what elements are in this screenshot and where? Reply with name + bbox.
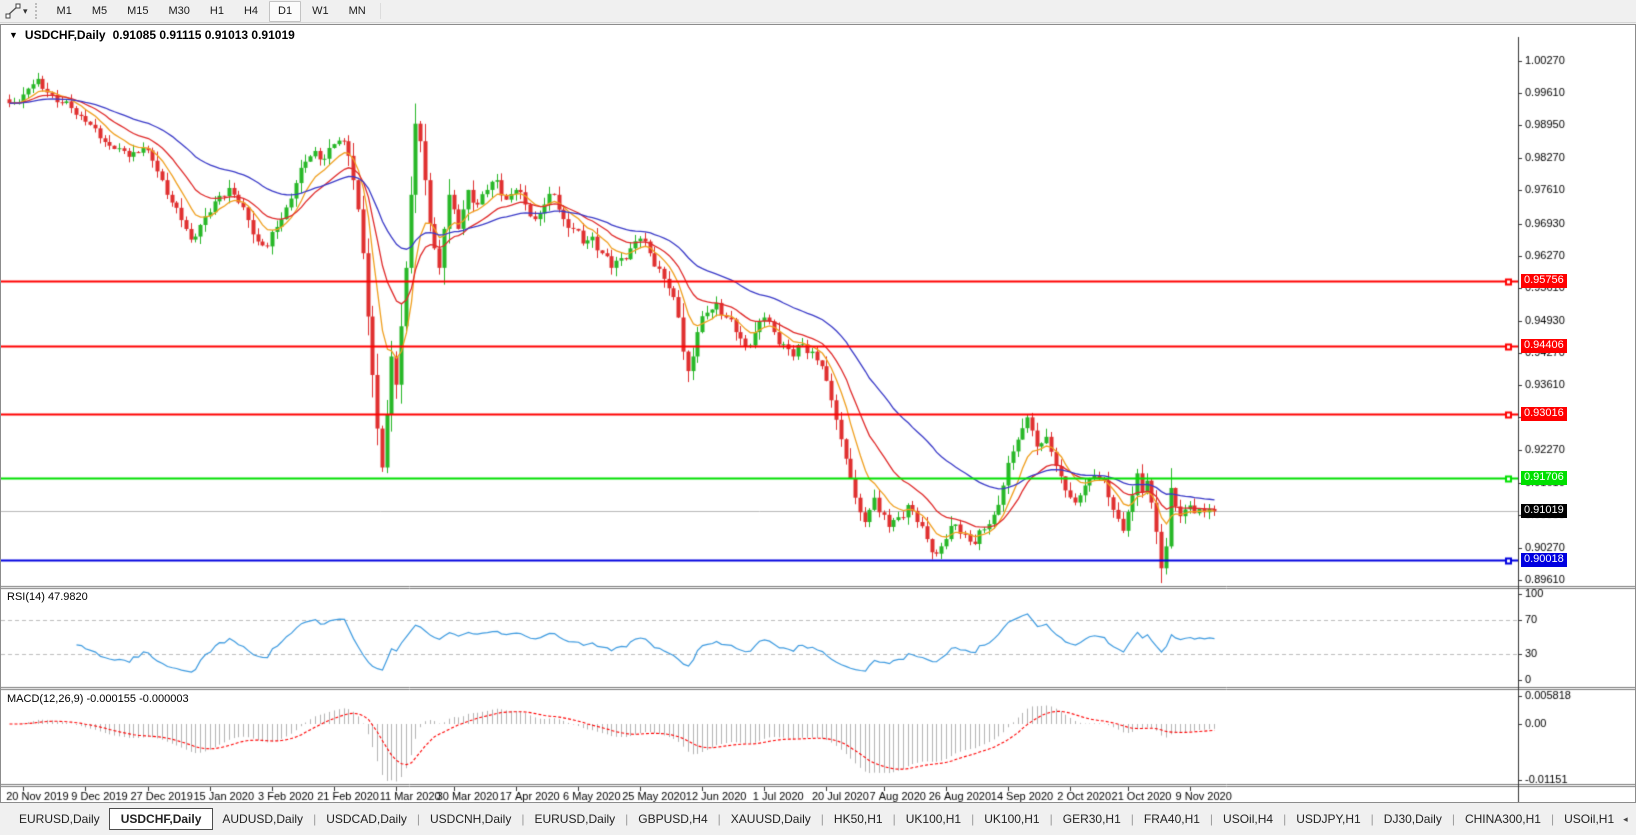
tab-usdcnh-daily[interactable]: USDCNH,Daily [421, 809, 520, 829]
tab-usoil-h4[interactable]: USOil,H4 [1214, 809, 1282, 829]
timeframe-button-w1[interactable]: W1 [303, 1, 338, 22]
chart-title-caret-icon[interactable]: ▼ [9, 30, 18, 40]
tab-uk100-h1[interactable]: UK100,H1 [975, 809, 1048, 829]
chart-title: ▼ USDCHF,Daily 0.91085 0.91115 0.91013 0… [9, 28, 295, 42]
hline-price-label-0.95756: 0.95756 [1521, 274, 1567, 288]
tab-scrollers: ◂ ▸ [1623, 814, 1636, 825]
tab-usdchf-daily[interactable]: USDCHF,Daily [109, 808, 214, 830]
current-price-label: 0.91019 [1521, 504, 1567, 518]
timeframe-button-m15[interactable]: M15 [118, 1, 157, 22]
tab-usdcad-daily[interactable]: USDCAD,Daily [317, 809, 416, 829]
tab-xauusd-daily[interactable]: XAUUSD,Daily [722, 809, 820, 829]
hline-price-label-0.94406: 0.94406 [1521, 339, 1567, 353]
timeframe-button-d1[interactable]: D1 [269, 1, 301, 22]
tab-fra40-h1[interactable]: FRA40,H1 [1135, 809, 1209, 829]
top-toolbar: ▾ M1M5M15M30H1H4D1W1MN [0, 0, 1636, 23]
tab-eurusd-daily[interactable]: EURUSD,Daily [10, 809, 109, 829]
tab-hk50-h1[interactable]: HK50,H1 [825, 809, 892, 829]
timeframe-button-m30[interactable]: M30 [160, 1, 199, 22]
macd-label: MACD(12,26,9) -0.000155 -0.000003 [7, 693, 189, 705]
chart-window: ▼ USDCHF,Daily 0.91085 0.91115 0.91013 0… [0, 24, 1636, 803]
tab-audusd-daily[interactable]: AUDUSD,Daily [213, 809, 312, 829]
tab-scroll-left-icon[interactable]: ◂ [1623, 814, 1628, 825]
timeframe-button-h4[interactable]: H4 [235, 1, 267, 22]
rsi-label: RSI(14) 47.9820 [7, 591, 88, 603]
timeframe-button-m5[interactable]: M5 [83, 1, 116, 22]
tab-usdjpy-h1[interactable]: USDJPY,H1 [1287, 809, 1369, 829]
chevron-down-icon: ▾ [23, 6, 28, 17]
hline-price-label-0.90018: 0.90018 [1521, 553, 1567, 567]
timeframe-buttons: M1M5M15M30H1H4D1W1MN [47, 0, 376, 23]
timeframe-button-m1[interactable]: M1 [48, 1, 81, 22]
chart-title-ohlc: 0.91085 0.91115 0.91013 0.91019 [113, 28, 295, 42]
hline-price-label-0.91706: 0.91706 [1521, 471, 1567, 485]
tab-usoil-h1[interactable]: USOil,H1 [1555, 809, 1623, 829]
trendline-tool-button[interactable]: ▾ [3, 1, 30, 21]
chart-tabs: EURUSD,DailyUSDCHF,DailyAUDUSD,Daily|USD… [10, 808, 1623, 830]
tab-china300-h1[interactable]: CHINA300,H1 [1456, 809, 1550, 829]
timeframe-button-h1[interactable]: H1 [201, 1, 233, 22]
chart-title-symbol: USDCHF,Daily [25, 28, 106, 42]
tab-uk100-h1[interactable]: UK100,H1 [897, 809, 970, 829]
tab-eurusd-daily[interactable]: EURUSD,Daily [525, 809, 624, 829]
toolbar-separator [380, 3, 381, 19]
timeframe-button-mn[interactable]: MN [340, 1, 375, 22]
chart-tab-bar: EURUSD,DailyUSDCHF,DailyAUDUSD,Daily|USD… [0, 803, 1636, 835]
tab-ger30-h1[interactable]: GER30,H1 [1054, 809, 1130, 829]
toolbar-grip[interactable] [35, 3, 41, 19]
tab-gbpusd-h4[interactable]: GBPUSD,H4 [629, 809, 716, 829]
price-chart-canvas[interactable] [1, 25, 1635, 802]
tab-dj30-daily[interactable]: DJ30,Daily [1375, 809, 1451, 829]
hline-price-label-0.93016: 0.93016 [1521, 407, 1567, 421]
trendline-tool-icon [5, 3, 21, 19]
